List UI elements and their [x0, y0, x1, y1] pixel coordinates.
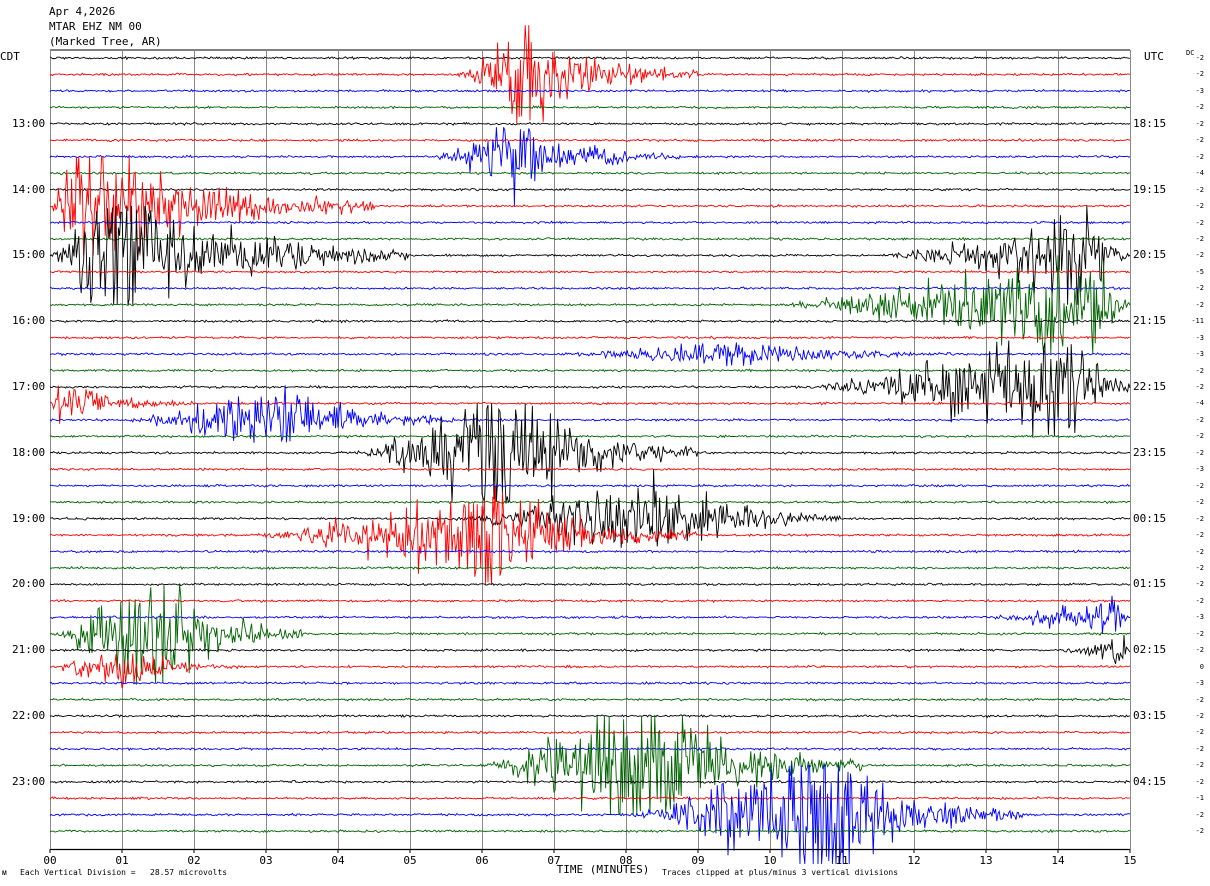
trace-line: [49, 598, 1131, 604]
trace-line: [49, 105, 1131, 110]
x-tick-label: 01: [115, 854, 128, 867]
trace-line: [49, 795, 1131, 801]
trace-line: [49, 634, 1131, 665]
trace-line: [49, 255, 1131, 355]
x-tick-label: 02: [187, 854, 200, 867]
trace-line: [50, 715, 1131, 816]
trace-line: [49, 483, 1131, 488]
trace-line: [49, 138, 1131, 143]
trace-line: [49, 269, 1131, 274]
trace-line: [49, 342, 1131, 367]
vertical-division-note: Each Vertical Division = 28.57 microvolt…: [20, 868, 228, 877]
trace-line: [49, 127, 1131, 207]
trace-line: [49, 499, 1131, 505]
corner-mark: ᴍ: [2, 868, 7, 877]
x-tick-label: 03: [259, 854, 272, 867]
trace-line: [49, 220, 1131, 225]
trace-line: [49, 681, 1131, 686]
x-tick-label: 10: [763, 854, 776, 867]
trace-line: [49, 779, 1131, 784]
x-tick-label: 12: [907, 854, 920, 867]
trace-line: [49, 55, 1131, 61]
x-tick-label: 00: [43, 854, 56, 867]
x-tick-label: 05: [403, 854, 416, 867]
x-tick-label: 14: [1051, 854, 1065, 867]
trace-line: [49, 286, 1131, 291]
trace-line: [49, 335, 1131, 340]
trace-line: [49, 187, 1131, 192]
trace-line: [49, 170, 1130, 176]
trace-line: [49, 88, 1131, 93]
trace-line: [49, 549, 1131, 554]
x-tick-label: 04: [331, 854, 345, 867]
clip-note: Traces clipped at plus/minus 3 vertical …: [662, 868, 899, 877]
x-tick-label: 15: [1123, 854, 1136, 867]
trace-line: [49, 746, 1131, 752]
x-tick-label: 06: [475, 854, 488, 867]
trace-line: [49, 582, 1131, 587]
trace-line: [49, 205, 1131, 305]
x-tick-label: 13: [979, 854, 992, 867]
trace-line: [49, 730, 1131, 735]
trace-line: [49, 434, 1131, 439]
trace-line: [49, 697, 1130, 702]
trace-line: [49, 485, 1131, 585]
seismogram-plot: 00 01 02 03 04 05 06 07 08 09 10 11 12 13 14 15TIME (MI…: [43, 25, 1137, 876]
trace-line: [49, 121, 1131, 127]
trace-line: [49, 25, 1131, 124]
trace-line: [49, 319, 1131, 324]
x-axis-label: TIME (MINUTES): [557, 863, 650, 876]
trace-line: [49, 469, 1131, 548]
trace-line: [49, 467, 1131, 472]
trace-line: [49, 368, 1131, 373]
x-tick-label: 11: [835, 854, 848, 867]
trace-line: [49, 584, 1131, 684]
trace-line: [49, 565, 1131, 571]
trace-line: [49, 713, 1131, 719]
trace-line: [49, 829, 1131, 834]
x-tick-label: 09: [691, 854, 704, 867]
